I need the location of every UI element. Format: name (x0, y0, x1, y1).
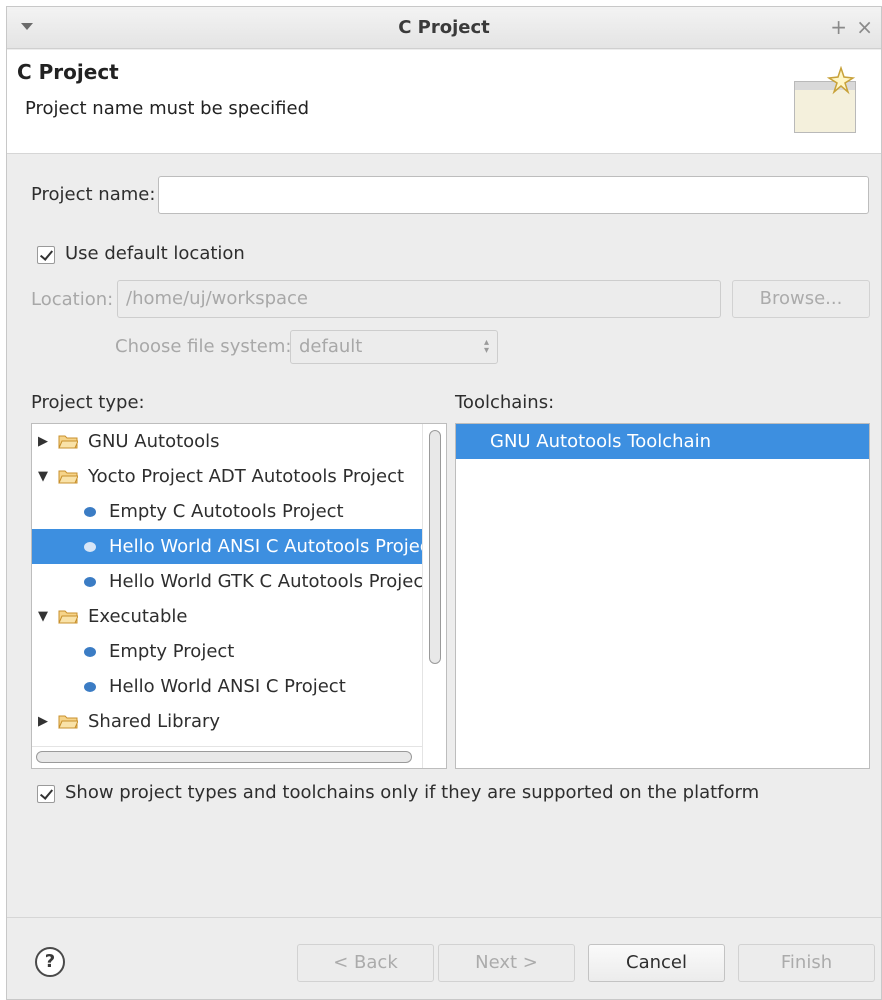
location-label: Location: (31, 289, 114, 310)
use-default-location-label: Use default location (65, 243, 245, 264)
project-template-icon (84, 577, 96, 587)
toolchain-item-gnu-autotools[interactable]: GNU Autotools Toolchain (456, 424, 869, 459)
project-type-label: Project type: (31, 392, 145, 413)
toolchains-label: Toolchains: (455, 392, 555, 413)
file-system-label: Choose file system: (115, 336, 292, 357)
file-system-value: default (299, 336, 363, 357)
project-template-icon (84, 542, 96, 552)
tree-item-hello-world-gtk-c-autotools[interactable]: Hello World GTK C Autotools Project (32, 564, 430, 599)
horizontal-scroll-thumb[interactable] (36, 751, 412, 763)
tree-item-executable[interactable]: ▼ Executable (32, 599, 424, 634)
expand-arrow-icon[interactable]: ▶ (38, 424, 48, 459)
project-template-icon (84, 647, 96, 657)
c-project-dialog: C Project + × C Project Project name mus… (6, 6, 882, 1000)
help-icon[interactable]: ? (35, 947, 65, 977)
use-default-location-checkbox[interactable] (37, 246, 55, 264)
spin-arrows-icon: ▴ ▾ (483, 337, 489, 356)
finish-button[interactable]: Finish (738, 944, 875, 982)
project-name-input[interactable] (158, 176, 869, 214)
folder-open-icon (58, 470, 78, 484)
validation-message: Project name must be specified (25, 98, 310, 119)
expand-arrow-icon[interactable]: ▶ (38, 704, 48, 739)
show-supported-only-label: Show project types and toolchains only i… (65, 782, 760, 803)
tree-item-empty-c-autotools[interactable]: Empty C Autotools Project (32, 494, 424, 529)
vertical-scrollbar[interactable] (422, 424, 446, 768)
collapse-arrow-icon[interactable]: ▼ (38, 459, 48, 494)
close-icon[interactable]: × (856, 15, 873, 39)
back-button[interactable]: < Back (297, 944, 434, 982)
location-input[interactable]: /home/uj/workspace (117, 280, 721, 318)
wizard-banner: C Project Project name must be specified (7, 50, 881, 154)
browse-button[interactable]: Browse... (732, 280, 870, 318)
project-type-tree[interactable]: ▶ GNU Autotools ▼ Yocto Project ADT Auto… (31, 423, 447, 769)
vertical-scroll-thumb[interactable] (429, 430, 441, 664)
next-button[interactable]: Next > (438, 944, 575, 982)
page-title: C Project (17, 60, 119, 84)
tree-item-empty-project[interactable]: Empty Project (32, 634, 424, 669)
project-template-icon (84, 682, 96, 692)
horizontal-scrollbar[interactable] (32, 746, 422, 768)
project-name-label: Project name: (31, 184, 156, 205)
show-supported-only-checkbox[interactable] (37, 785, 55, 803)
cancel-button[interactable]: Cancel (588, 944, 725, 982)
folder-icon (58, 435, 78, 449)
folder-open-icon (58, 610, 78, 624)
window-title: C Project (398, 17, 490, 38)
footer-separator (7, 917, 881, 918)
collapse-arrow-icon[interactable]: ▼ (38, 599, 48, 634)
file-system-select[interactable]: default ▴ ▾ (290, 330, 498, 364)
tree-item-hello-world-ansi-c-autotools[interactable]: Hello World ANSI C Autotools Project (32, 529, 437, 564)
project-template-icon (84, 507, 96, 517)
tree-item-yocto-adt[interactable]: ▼ Yocto Project ADT Autotools Project (32, 459, 424, 494)
folder-icon (58, 715, 78, 729)
new-project-wizard-icon (794, 66, 856, 133)
tree-item-gnu-autotools[interactable]: ▶ GNU Autotools (32, 424, 424, 459)
toolchains-list[interactable]: GNU Autotools Toolchain (455, 423, 870, 769)
maximize-icon[interactable]: + (830, 15, 847, 39)
tree-item-hello-world-ansi-c[interactable]: Hello World ANSI C Project (32, 669, 424, 704)
tree-item-shared-library[interactable]: ▶ Shared Library (32, 704, 424, 739)
title-bar: C Project + × (7, 7, 881, 49)
